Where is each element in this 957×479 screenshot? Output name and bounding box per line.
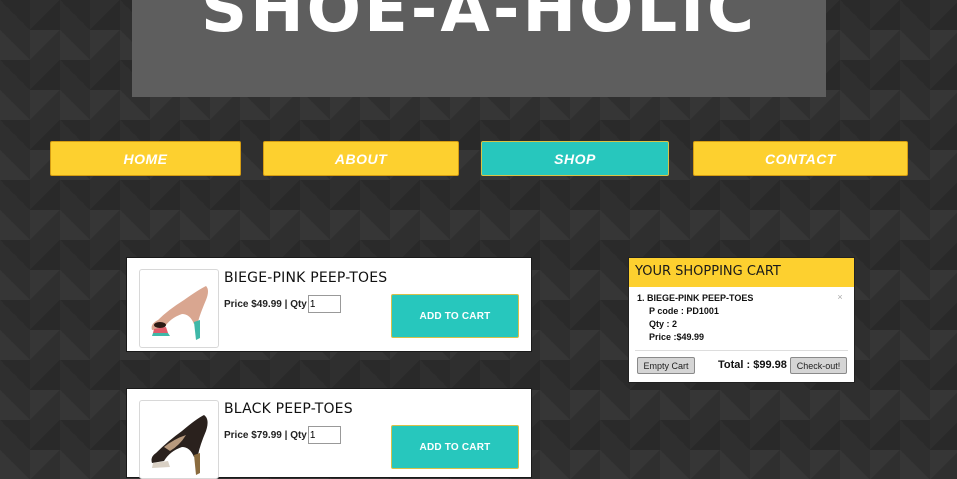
cart-item: 1. BIEGE-PINK PEEP-TOES P code : PD1001 … [637,292,753,344]
product-price-row: Price $79.99 | Qty [224,426,341,444]
cart-item-qty: Qty : 2 [649,319,678,329]
product-card: BIEGE-PINK PEEP-TOES Price $49.99 | Qty … [126,257,532,352]
product-image[interactable] [139,400,219,479]
cart-item-index: 1. [637,293,645,303]
divider [635,350,848,351]
shopping-cart: YOUR SHOPPING CART 1. BIEGE-PINK PEEP-TO… [628,257,855,383]
nav-shop[interactable]: SHOP [481,141,669,176]
cart-title: YOUR SHOPPING CART [629,258,854,287]
separator: | [281,298,291,310]
add-to-cart-button[interactable]: ADD TO CART [391,294,519,338]
remove-item-icon[interactable]: × [835,292,845,302]
empty-cart-button[interactable]: Empty Cart [637,357,695,374]
product-name: BIEGE-PINK PEEP-TOES [224,270,388,286]
cart-item-price: Price :$49.99 [649,332,705,342]
beige-pink-peep-toe-shoe-icon [151,286,208,340]
nav-home[interactable]: HOME [50,141,241,176]
qty-label: Qty [290,298,307,310]
site-title: SHOE-A-HOLIC [201,0,757,47]
cart-item-pcode: P code : PD1001 [649,306,719,316]
product-price: Price $49.99 [224,298,282,310]
nav-contact[interactable]: CONTACT [693,141,908,176]
product-name: BLACK PEEP-TOES [224,401,353,417]
product-card: BLACK PEEP-TOES Price $79.99 | Qty ADD T… [126,388,532,479]
qty-input[interactable] [307,426,341,444]
cart-total: Total : $99.98 [718,359,787,371]
checkout-button[interactable]: Check-out! [790,357,847,374]
separator: | [281,429,291,441]
qty-input[interactable] [307,295,341,313]
qty-label: Qty [290,429,307,441]
cart-item-name: BIEGE-PINK PEEP-TOES [647,293,754,303]
black-peep-toe-shoe-icon [151,415,208,475]
header-banner: SHOE-A-HOLIC [132,0,826,97]
nav-about[interactable]: ABOUT [263,141,459,176]
product-price-row: Price $49.99 | Qty [224,295,341,313]
add-to-cart-button[interactable]: ADD TO CART [391,425,519,469]
product-price: Price $79.99 [224,429,282,441]
product-image[interactable] [139,269,219,348]
